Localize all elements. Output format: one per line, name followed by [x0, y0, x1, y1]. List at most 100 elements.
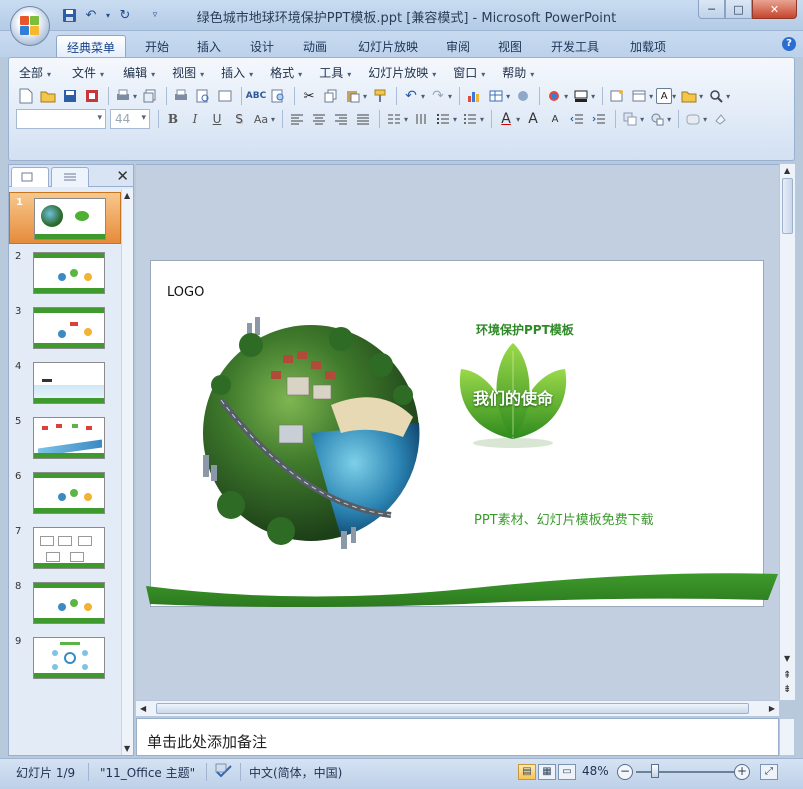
dropdown-arrow-icon[interactable]: ▾: [640, 115, 644, 124]
bold-button[interactable]: B: [163, 109, 183, 129]
scrollbar-thumb[interactable]: [782, 178, 793, 234]
tab-outline[interactable]: [51, 167, 89, 187]
slide-thumbnail[interactable]: 4: [9, 357, 121, 409]
bullets-icon[interactable]: [460, 109, 480, 129]
slide-thumbnail[interactable]: 3: [9, 302, 121, 354]
tab-slideshow[interactable]: 幻灯片放映: [349, 35, 427, 57]
slide-vertical-scrollbar[interactable]: ▲ ▼ ⇞ ⇟: [779, 164, 795, 700]
copy-doc-icon[interactable]: [140, 86, 160, 106]
dropdown-arrow-icon[interactable]: ▾: [271, 115, 275, 124]
shadow-button[interactable]: S: [229, 109, 249, 129]
scroll-up-icon[interactable]: ▲: [784, 166, 790, 175]
panel-close-button[interactable]: ✕: [116, 167, 129, 185]
menu-insert[interactable]: 插入: [216, 62, 261, 82]
chart-icon[interactable]: [464, 86, 484, 106]
tab-insert[interactable]: 插入: [188, 35, 230, 57]
spelling-icon[interactable]: ABC: [246, 86, 266, 106]
menu-window[interactable]: 窗口: [448, 62, 493, 82]
slide-thumbnail[interactable]: 7: [9, 522, 121, 574]
font-size-combo[interactable]: 44: [110, 109, 150, 129]
tab-review[interactable]: 审阅: [437, 35, 479, 57]
menu-help[interactable]: 帮助: [497, 62, 542, 82]
tab-view[interactable]: 视图: [489, 35, 531, 57]
align-center-icon[interactable]: [309, 109, 329, 129]
slide-thumbnail[interactable]: 8: [9, 577, 121, 629]
slide-sorter-view-icon[interactable]: ▦: [538, 764, 556, 780]
layout-icon[interactable]: [629, 86, 649, 106]
globe-illustration[interactable]: [191, 305, 431, 555]
scroll-down-icon[interactable]: ▼: [784, 654, 790, 663]
clip-art-icon[interactable]: [513, 86, 533, 106]
maximize-button[interactable]: □: [725, 0, 752, 19]
align-left-icon[interactable]: [287, 109, 307, 129]
arrange-icon[interactable]: [620, 109, 640, 129]
zoom-slider-thumb[interactable]: [651, 764, 659, 778]
slide-layout-icon[interactable]: [215, 86, 235, 106]
open-icon[interactable]: [38, 86, 58, 106]
tab-addins[interactable]: 加载项: [620, 35, 676, 57]
normal-view-icon[interactable]: ▤: [518, 764, 536, 780]
slide-tagline[interactable]: PPT素材、幻灯片模板免费下载: [474, 509, 654, 528]
dropdown-arrow-icon[interactable]: ▾: [699, 92, 703, 101]
next-slide-icon[interactable]: ⇟: [783, 684, 791, 695]
previous-slide-icon[interactable]: ⇞: [783, 670, 791, 681]
notes-placeholder[interactable]: 单击此处添加备注: [147, 731, 267, 752]
change-case-button[interactable]: Aa: [251, 109, 271, 129]
underline-button[interactable]: U: [207, 109, 227, 129]
menu-view[interactable]: 视图: [167, 62, 212, 82]
help-icon[interactable]: ?: [782, 37, 796, 51]
justify-icon[interactable]: [353, 109, 373, 129]
quick-styles-icon[interactable]: [683, 109, 703, 129]
slide-thumbnail[interactable]: 9: [9, 632, 121, 684]
slide-thumbnail[interactable]: 2: [9, 247, 121, 299]
dropdown-arrow-icon[interactable]: ▾: [453, 115, 457, 124]
copy-icon[interactable]: [321, 86, 341, 106]
fill-color-icon[interactable]: [571, 86, 591, 106]
print-preview-icon[interactable]: [171, 86, 191, 106]
zoom-in-icon[interactable]: +: [734, 764, 750, 780]
zoom-level[interactable]: 48%: [582, 764, 609, 778]
menu-tools[interactable]: 工具: [314, 62, 359, 82]
tab-classic-menu[interactable]: 经典菜单: [56, 35, 126, 57]
cut-icon[interactable]: ✂: [299, 86, 319, 106]
decrease-indent-icon[interactable]: [567, 109, 587, 129]
fit-to-window-icon[interactable]: ⤢: [760, 764, 778, 780]
dropdown-arrow-icon[interactable]: ▾: [649, 92, 653, 101]
shape-fill-icon[interactable]: [710, 109, 730, 129]
shapes-icon[interactable]: [647, 109, 667, 129]
slideshow-view-icon[interactable]: ▭: [558, 764, 576, 780]
slide-subtitle[interactable]: 环境保护PPT模板: [476, 321, 574, 338]
dropdown-arrow-icon[interactable]: ▾: [672, 92, 676, 101]
find-icon[interactable]: [706, 86, 726, 106]
grow-font-button[interactable]: A: [523, 109, 543, 129]
menu-all[interactable]: 全部: [14, 62, 59, 82]
dropdown-arrow-icon[interactable]: ▾: [363, 92, 367, 101]
tab-slides[interactable]: [11, 167, 49, 187]
spell-check-icon[interactable]: [215, 763, 233, 782]
dropdown-arrow-icon[interactable]: ▾: [448, 92, 452, 101]
tab-animation[interactable]: 动画: [294, 35, 336, 57]
tab-developer[interactable]: 开发工具: [541, 35, 609, 57]
scroll-up-icon[interactable]: ▲: [124, 191, 130, 200]
dropdown-arrow-icon[interactable]: ▾: [703, 115, 707, 124]
office-button[interactable]: [10, 6, 50, 46]
print-icon[interactable]: [113, 86, 133, 106]
new-icon[interactable]: [16, 86, 36, 106]
green-ground-shape[interactable]: [144, 566, 780, 610]
table-icon[interactable]: [486, 86, 506, 106]
slide-horizontal-scrollbar[interactable]: ◀ ▶: [136, 700, 779, 716]
minimize-button[interactable]: ─: [698, 0, 725, 19]
dropdown-arrow-icon[interactable]: ▾: [516, 115, 520, 124]
zoom-out-icon[interactable]: −: [617, 764, 633, 780]
paste-icon[interactable]: [343, 86, 363, 106]
numbering-icon[interactable]: [433, 109, 453, 129]
slide-logo-text[interactable]: LOGO: [167, 285, 204, 300]
research-icon[interactable]: [268, 86, 288, 106]
folder-icon[interactable]: [679, 86, 699, 106]
menu-slideshow[interactable]: 幻灯片放映: [363, 62, 444, 82]
notes-pane[interactable]: 单击此处添加备注: [136, 718, 779, 756]
text-box-icon[interactable]: A: [656, 88, 673, 104]
current-slide[interactable]: LOGO 环境保护PPT模板 我们的使命 PPT素材、幻灯片模板免费下载: [150, 260, 764, 607]
align-right-icon[interactable]: [331, 109, 351, 129]
font-family-combo[interactable]: [16, 109, 106, 129]
